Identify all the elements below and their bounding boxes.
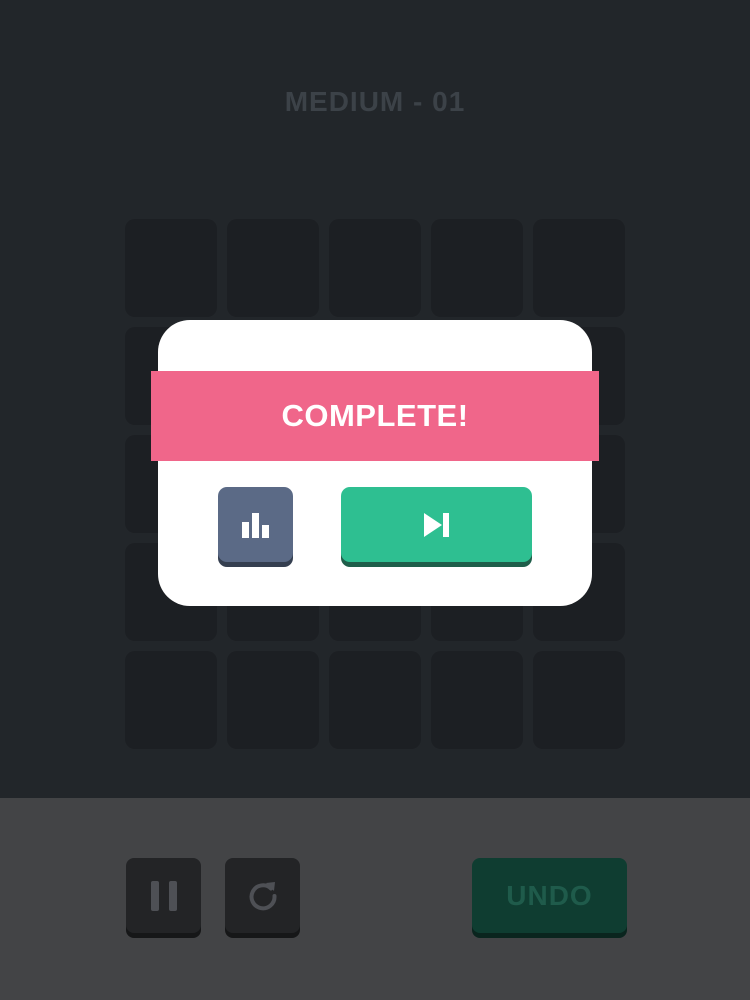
skip-next-icon (423, 512, 449, 537)
restart-button[interactable] (225, 858, 300, 933)
grid-cell[interactable] (125, 651, 217, 749)
grid-cell[interactable] (533, 219, 625, 317)
pause-button[interactable] (126, 858, 201, 933)
grid-cell[interactable] (125, 219, 217, 317)
restart-icon (249, 881, 277, 910)
grid-cell[interactable] (431, 219, 523, 317)
complete-banner: COMPLETE! (151, 371, 599, 461)
next-level-button[interactable] (341, 487, 532, 562)
pause-icon (150, 880, 177, 911)
bottom-toolbar (0, 798, 750, 1000)
grid-cell[interactable] (431, 651, 523, 749)
grid-cell[interactable] (329, 651, 421, 749)
grid-cell[interactable] (227, 219, 319, 317)
undo-button[interactable]: UNDO (472, 858, 627, 933)
bar-chart-icon (241, 512, 269, 538)
complete-dialog (158, 320, 592, 606)
grid-cell[interactable] (329, 219, 421, 317)
grid-cell[interactable] (227, 651, 319, 749)
stats-button[interactable] (218, 487, 293, 562)
grid-cell[interactable] (533, 651, 625, 749)
level-title: MEDIUM - 01 (284, 86, 466, 117)
